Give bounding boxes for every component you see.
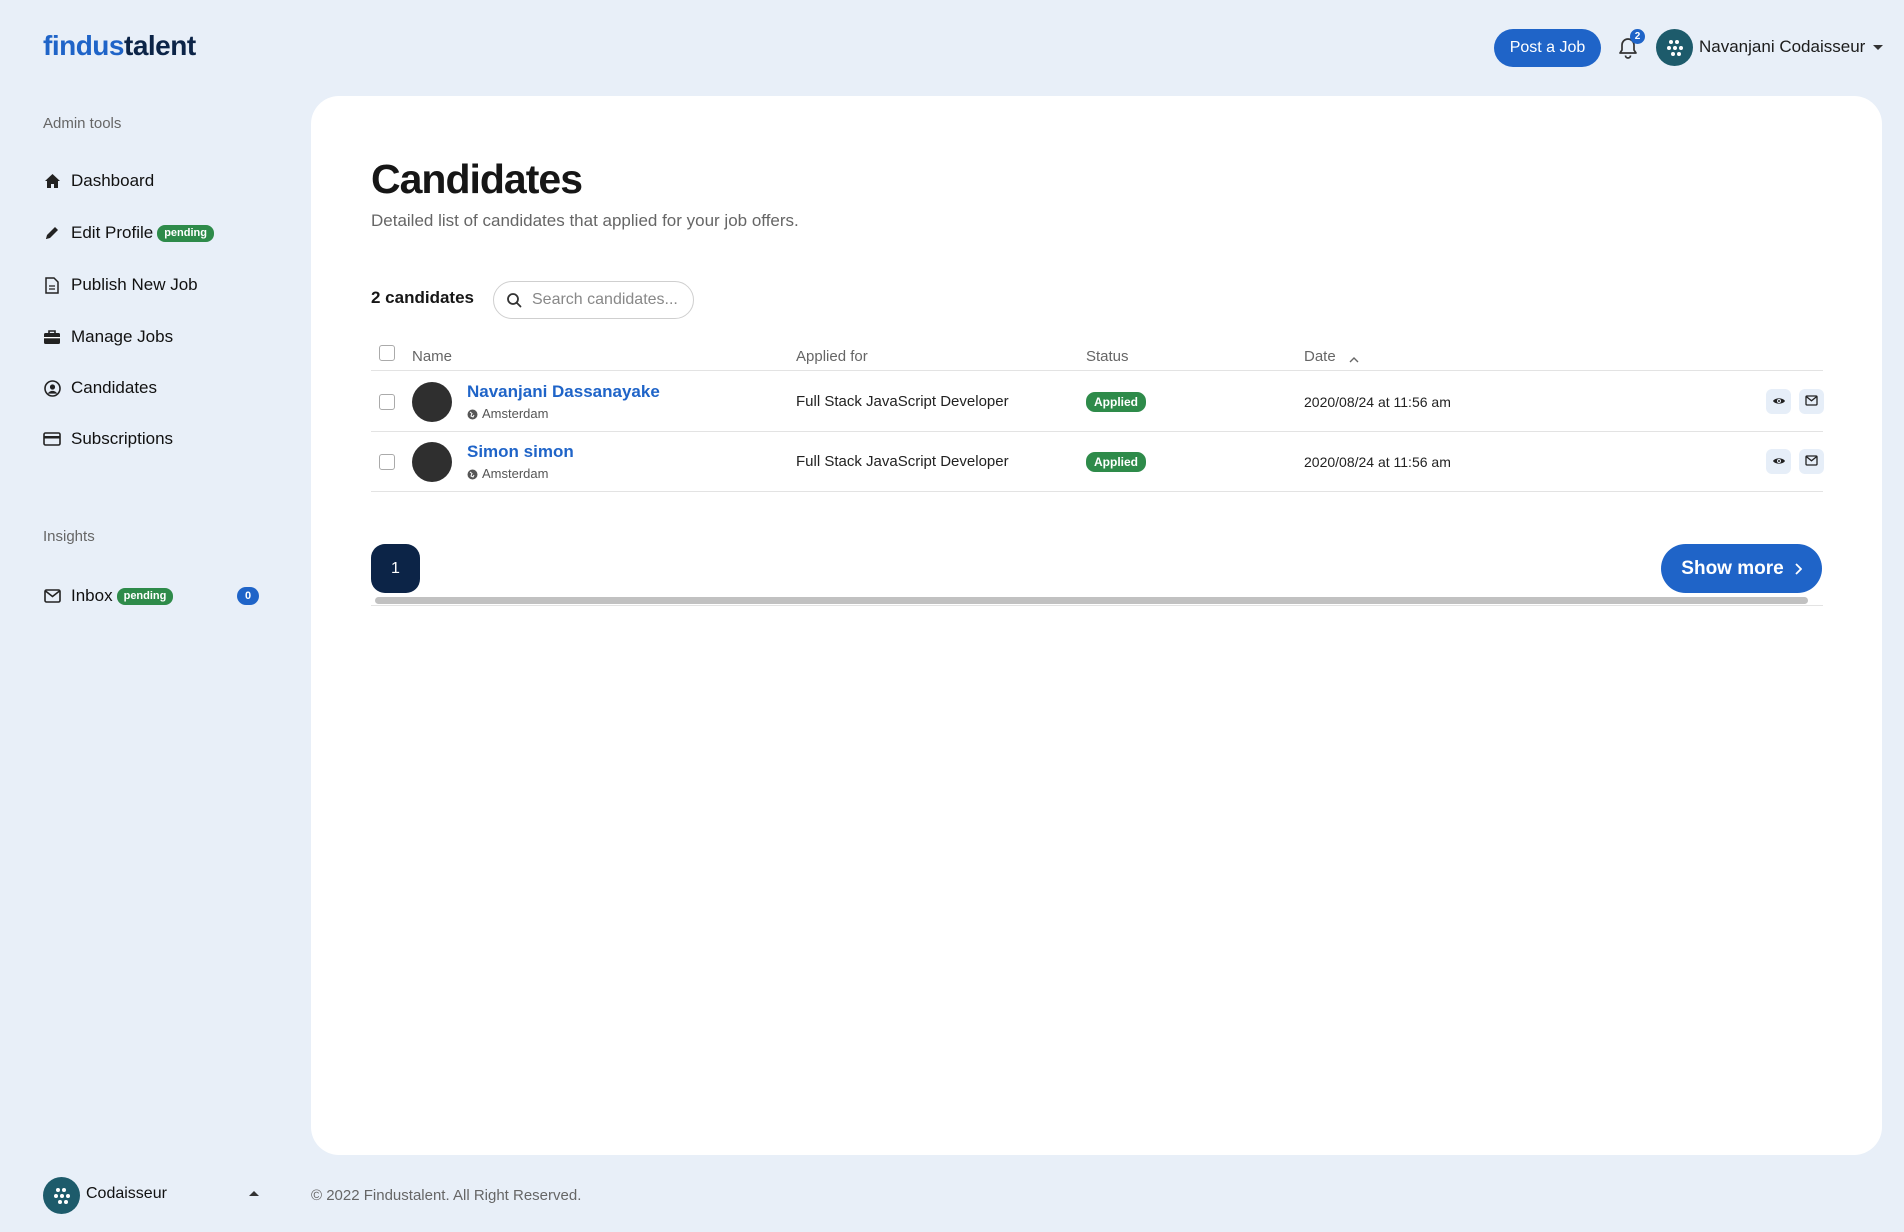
- horizontal-scrollbar[interactable]: [371, 596, 1823, 606]
- candidate-avatar: [412, 442, 452, 482]
- candidate-location-text: Amsterdam: [482, 406, 549, 421]
- pencil-icon: [43, 224, 61, 242]
- sidebar-section-insights: Insights: [43, 528, 95, 545]
- candidate-location-text: Amsterdam: [482, 466, 549, 481]
- envelope-icon: [1805, 453, 1818, 471]
- company-name[interactable]: Codaisseur: [86, 1185, 167, 1203]
- home-icon: [43, 172, 61, 190]
- candidate-count: 2 candidates: [371, 288, 474, 307]
- envelope-icon: [1805, 393, 1818, 411]
- user-avatar[interactable]: [1656, 29, 1693, 66]
- sidebar-item-label: Edit Profile: [71, 223, 154, 242]
- sidebar-item-edit-profile[interactable]: Edit Profile pending: [43, 220, 214, 246]
- sidebar-section-admin-tools: Admin tools: [43, 115, 122, 132]
- scrollbar-thumb[interactable]: [375, 597, 1808, 604]
- briefcase-icon: [43, 328, 61, 346]
- user-circle-icon: [43, 379, 61, 397]
- page-subtitle: Detailed list of candidates that applied…: [371, 211, 799, 230]
- sidebar-item-subscriptions[interactable]: Subscriptions: [43, 426, 173, 452]
- message-button[interactable]: [1799, 449, 1824, 474]
- sidebar-item-label: Manage Jobs: [71, 327, 174, 346]
- applied-date: 2020/08/24 at 11:56 am: [1304, 454, 1451, 470]
- table-row: Simon simon Amsterdam Full Stack JavaScr…: [371, 432, 1824, 492]
- pending-badge: pending: [157, 224, 214, 242]
- caret-up-icon[interactable]: [249, 1191, 259, 1196]
- column-status[interactable]: Status: [1086, 348, 1129, 365]
- column-applied-for[interactable]: Applied for: [796, 348, 868, 365]
- sidebar-item-label: Publish New Job: [71, 275, 198, 294]
- select-all-checkbox[interactable]: [379, 345, 395, 361]
- sidebar-item-inbox[interactable]: Inbox pending: [43, 583, 174, 609]
- notification-count-badge: 2: [1630, 29, 1645, 44]
- candidate-name-link[interactable]: Navanjani Dassanayake: [467, 382, 660, 402]
- inbox-count-badge: 0: [237, 587, 259, 605]
- candidate-avatar: [412, 382, 452, 422]
- post-job-button[interactable]: Post a Job: [1494, 29, 1601, 67]
- column-name[interactable]: Name: [412, 348, 452, 365]
- show-more-label: Show more: [1681, 557, 1784, 579]
- sidebar-item-publish-new-job[interactable]: Publish New Job: [43, 272, 198, 298]
- applied-for: Full Stack JavaScript Developer: [796, 453, 1009, 470]
- sidebar-item-dashboard[interactable]: Dashboard: [43, 168, 154, 194]
- applied-for: Full Stack JavaScript Developer: [796, 393, 1009, 410]
- globe-icon: [467, 408, 478, 420]
- search-input[interactable]: [532, 291, 682, 309]
- pagination-page-1[interactable]: 1: [371, 544, 420, 593]
- view-button[interactable]: [1766, 449, 1791, 474]
- brand-logo-part2: talent: [124, 30, 196, 61]
- candidate-name-link[interactable]: Simon simon: [467, 442, 574, 462]
- row-checkbox[interactable]: [379, 394, 395, 410]
- brand-logo[interactable]: findustalent: [43, 30, 196, 62]
- eye-icon: [1772, 453, 1786, 471]
- pending-badge: pending: [116, 587, 174, 605]
- status-badge: Applied: [1086, 392, 1146, 412]
- copyright-text: © 2022 Findustalent. All Right Reserved.: [311, 1187, 582, 1204]
- main-card: Candidates Detailed list of candidates t…: [311, 96, 1882, 1155]
- sidebar-item-manage-jobs[interactable]: Manage Jobs: [43, 324, 173, 350]
- sidebar-item-candidates[interactable]: Candidates: [43, 375, 157, 401]
- chevron-right-icon: [1794, 562, 1802, 575]
- view-button[interactable]: [1766, 389, 1791, 414]
- eye-icon: [1772, 393, 1786, 411]
- table-header: Name Applied for Status Date: [371, 336, 1823, 371]
- sidebar-item-label: Inbox: [71, 586, 113, 605]
- credit-card-icon: [43, 430, 61, 448]
- applied-date: 2020/08/24 at 11:56 am: [1304, 394, 1451, 410]
- document-icon: [43, 276, 61, 294]
- sidebar-item-label: Candidates: [71, 378, 158, 397]
- sidebar-item-label: Dashboard: [71, 171, 155, 190]
- table-row: Navanjani Dassanayake Amsterdam Full Sta…: [371, 372, 1824, 432]
- search-icon: [506, 292, 522, 308]
- show-more-button[interactable]: Show more: [1661, 544, 1822, 593]
- candidate-location: Amsterdam: [467, 466, 548, 481]
- sidebar-item-label: Subscriptions: [71, 429, 174, 448]
- globe-icon: [467, 468, 478, 480]
- row-checkbox[interactable]: [379, 454, 395, 470]
- company-avatar[interactable]: [43, 1177, 80, 1214]
- user-menu-name[interactable]: Navanjani Codaisseur: [1699, 37, 1865, 57]
- search-box[interactable]: [493, 281, 694, 319]
- sort-ascending-icon[interactable]: [1349, 350, 1359, 368]
- caret-down-icon[interactable]: [1873, 45, 1883, 50]
- message-button[interactable]: [1799, 389, 1824, 414]
- brand-logo-part1: findus: [43, 30, 125, 61]
- page-title: Candidates: [371, 156, 583, 202]
- candidate-location: Amsterdam: [467, 406, 548, 421]
- status-badge: Applied: [1086, 452, 1146, 472]
- envelope-icon: [43, 587, 61, 605]
- column-date[interactable]: Date: [1304, 348, 1336, 365]
